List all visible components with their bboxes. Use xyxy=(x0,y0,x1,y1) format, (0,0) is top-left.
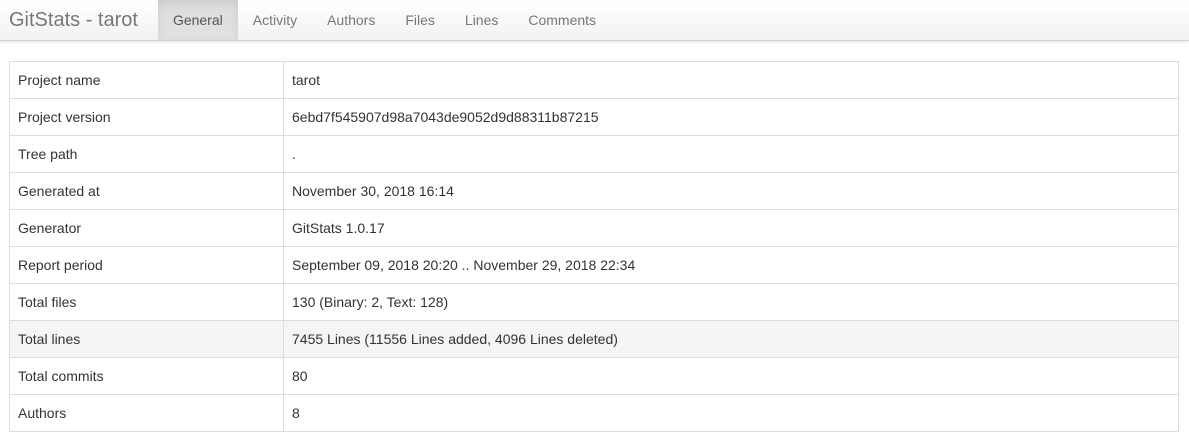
row-authors: Authors 8 xyxy=(9,394,1179,432)
row-value: 130 (Binary: 2, Text: 128) xyxy=(283,283,1179,321)
row-project-version: Project version 6ebd7f545907d98a7043de90… xyxy=(9,98,1179,136)
tab-lines[interactable]: Lines xyxy=(450,0,513,40)
row-value: tarot xyxy=(283,61,1179,99)
row-key: Total commits xyxy=(9,357,284,395)
row-value: . xyxy=(283,135,1179,173)
top-navbar: GitStats - tarot General Activity Author… xyxy=(0,0,1189,41)
row-project-name: Project name tarot xyxy=(9,61,1179,99)
row-value: 7455 Lines (11556 Lines added, 4096 Line… xyxy=(283,320,1179,358)
tab-comments[interactable]: Comments xyxy=(513,0,611,40)
general-info-table: Project name tarot Project version 6ebd7… xyxy=(9,61,1179,432)
row-key: Authors xyxy=(9,394,284,432)
row-key: Total files xyxy=(9,283,284,321)
tab-general[interactable]: General xyxy=(157,0,238,40)
row-key: Tree path xyxy=(9,135,284,173)
row-key: Project name xyxy=(9,61,284,99)
row-report-period: Report period September 09, 2018 20:20 .… xyxy=(9,246,1179,284)
tab-activity[interactable]: Activity xyxy=(238,0,312,40)
row-generator: Generator GitStats 1.0.17 xyxy=(9,209,1179,247)
nav-tabs: General Activity Authors Files Lines Com… xyxy=(157,0,611,40)
brand-title[interactable]: GitStats - tarot xyxy=(0,0,158,40)
tab-authors[interactable]: Authors xyxy=(312,0,390,40)
row-value: 80 xyxy=(283,357,1179,395)
row-value: November 30, 2018 16:14 xyxy=(283,172,1179,210)
row-value: GitStats 1.0.17 xyxy=(283,209,1179,247)
row-tree-path: Tree path . xyxy=(9,135,1179,173)
row-key: Generator xyxy=(9,209,284,247)
tab-files[interactable]: Files xyxy=(390,0,450,40)
row-key: Project version xyxy=(9,98,284,136)
row-value: 6ebd7f545907d98a7043de9052d9d88311b87215 xyxy=(283,98,1179,136)
row-total-commits: Total commits 80 xyxy=(9,357,1179,395)
row-generated-at: Generated at November 30, 2018 16:14 xyxy=(9,172,1179,210)
row-value: September 09, 2018 20:20 .. November 29,… xyxy=(283,246,1179,284)
row-total-lines: Total lines 7455 Lines (11556 Lines adde… xyxy=(9,320,1179,358)
row-total-files: Total files 130 (Binary: 2, Text: 128) xyxy=(9,283,1179,321)
row-key: Generated at xyxy=(9,172,284,210)
row-key: Total lines xyxy=(9,320,284,358)
row-key: Report period xyxy=(9,246,284,284)
row-value: 8 xyxy=(283,394,1179,432)
